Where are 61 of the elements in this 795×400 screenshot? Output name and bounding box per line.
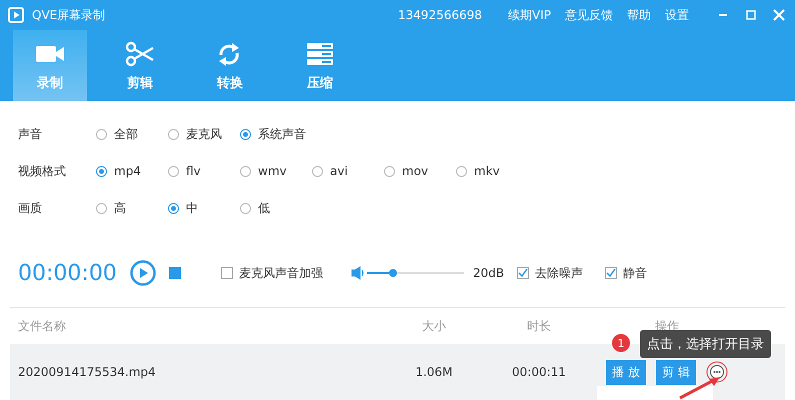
- radio-button[interactable]: [168, 128, 179, 140]
- radio-button[interactable]: [240, 202, 251, 214]
- column-header: 大小: [421, 318, 447, 334]
- radio-button[interactable]: [96, 166, 107, 176]
- recording-timer: 00:00:00: [18, 260, 118, 286]
- option-label: 全部: [114, 126, 138, 142]
- close-icon[interactable]: [771, 7, 787, 23]
- step-badge: 1: [612, 334, 630, 352]
- option-label: wmv: [258, 164, 287, 178]
- option-label: 麦克风: [186, 126, 222, 142]
- header-link[interactable]: 帮助: [627, 6, 651, 24]
- action-button[interactable]: 播 放: [606, 360, 646, 384]
- header-link[interactable]: 设置: [665, 6, 689, 24]
- header-link[interactable]: 意见反馈: [565, 6, 613, 24]
- nav-tab[interactable]: 剪辑: [103, 30, 177, 101]
- header-link[interactable]: 续期VIP: [508, 6, 551, 24]
- setting-label: 画质: [18, 200, 43, 216]
- more-icon[interactable]: [706, 361, 728, 383]
- action-button[interactable]: 剪 辑: [656, 360, 696, 384]
- radio-button[interactable]: [384, 166, 395, 176]
- checkbox-label: 麦克风声音加强: [239, 264, 323, 282]
- setting-label: 声音: [18, 126, 43, 142]
- checkbox-label: 静音: [623, 264, 648, 282]
- table-cell-text: 20200914175534.mp4: [18, 365, 157, 379]
- nav-tab[interactable]: 压缩: [283, 30, 357, 101]
- table-cell-text: 1.06M: [414, 365, 454, 379]
- account-number: 13492566698: [398, 8, 482, 22]
- volume-reading: 20dB: [473, 266, 504, 280]
- column-header: 时长: [526, 318, 552, 334]
- checkbox[interactable]: [605, 267, 618, 279]
- option-label: avi: [330, 164, 348, 178]
- setting-label: 视频格式: [18, 162, 67, 180]
- nav-tab[interactable]: 转换: [193, 30, 267, 101]
- radio-button[interactable]: [312, 166, 323, 176]
- radio-button[interactable]: [240, 166, 251, 176]
- scissors-icon: [124, 40, 156, 68]
- radio-button[interactable]: [168, 166, 179, 176]
- option-label: mp4: [114, 164, 141, 178]
- speaker-icon[interactable]: [351, 266, 365, 280]
- option-label: 中: [186, 200, 198, 216]
- tooltip: 点击，选择打开目录: [640, 330, 771, 358]
- option-label: mkv: [474, 164, 500, 178]
- option-label: flv: [186, 164, 201, 178]
- table-cell-text: 00:00:11: [511, 365, 567, 379]
- window-title: QVE屏幕录制: [32, 6, 106, 24]
- option-label: 系统声音: [258, 126, 306, 142]
- checkbox[interactable]: [517, 267, 530, 279]
- radio-button[interactable]: [456, 166, 467, 176]
- option-label: 高: [114, 200, 126, 216]
- radio-button[interactable]: [96, 202, 107, 214]
- radio-button[interactable]: [96, 128, 107, 140]
- radio-button[interactable]: [168, 202, 179, 214]
- play-icon[interactable]: [130, 260, 156, 286]
- column-header: 文件名称: [18, 318, 67, 334]
- logo-icon: [8, 7, 24, 23]
- option-label: 低: [258, 200, 270, 216]
- checkbox[interactable]: [221, 267, 233, 279]
- nav-tab[interactable]: 录制: [13, 30, 87, 101]
- checkbox-label: 去除噪声: [535, 264, 584, 282]
- option-label: mov: [402, 164, 428, 178]
- radio-button[interactable]: [240, 128, 251, 140]
